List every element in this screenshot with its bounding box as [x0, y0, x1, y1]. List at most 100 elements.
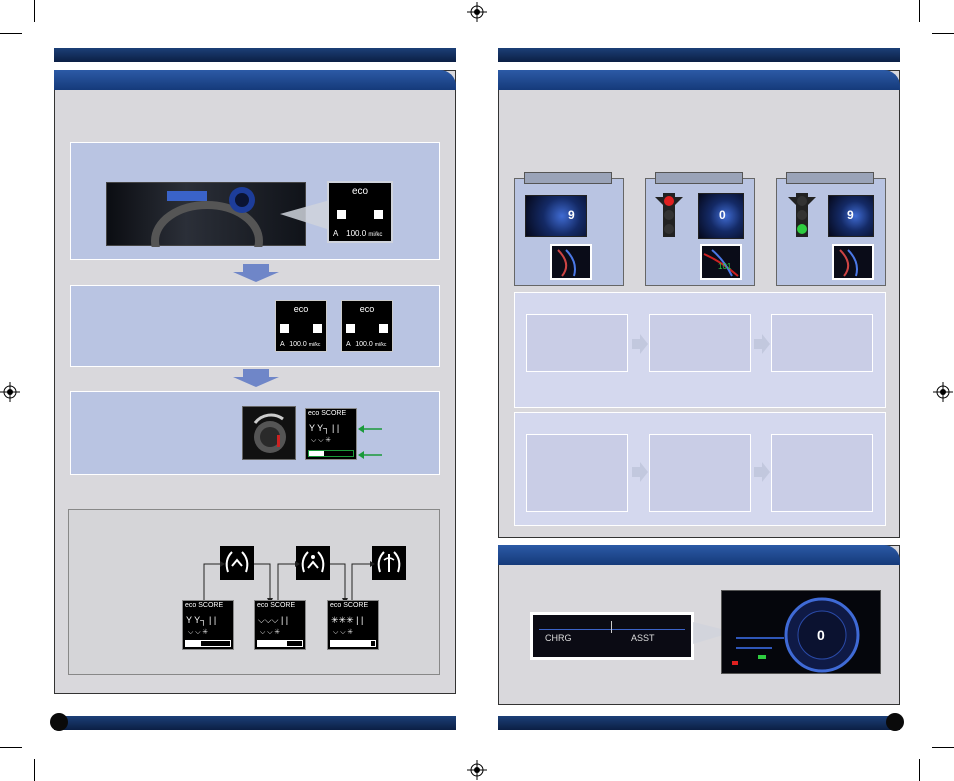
crop-mark-br-h — [932, 747, 954, 748]
zoom-pointer — [280, 200, 330, 230]
eco-score-bar — [330, 640, 376, 647]
charge-assist-line — [539, 629, 685, 630]
eco-score-label: eco SCORE — [185, 602, 224, 609]
eco-prefix: A — [333, 229, 338, 238]
eco-score-card: eco SCORE Y Y┐ | | ⌵ ⌵ ✳ — [182, 600, 234, 650]
eco-score-fill — [331, 641, 371, 646]
eco-bar-left — [280, 324, 289, 333]
right-section-header — [498, 70, 900, 90]
eco-score-label: eco SCORE — [308, 410, 347, 417]
left-top-bar — [54, 48, 456, 62]
gauge-readout: 9 — [847, 208, 854, 222]
gauge-screen-1: 9 — [525, 195, 587, 237]
eco-score-bar — [308, 450, 354, 457]
eco-prefix: A — [346, 341, 351, 348]
eco-value: 100.0 — [355, 341, 373, 348]
eco-label: eco — [293, 304, 309, 314]
gauge-screen-3: 9 — [828, 195, 874, 237]
gauge-zoom-1 — [550, 244, 592, 280]
green-readout: 101 — [718, 262, 732, 271]
eco-score-fill — [309, 451, 325, 456]
eco-value: 100.0 — [289, 341, 307, 348]
dashboard-photo — [106, 182, 306, 281]
score-arrow-row: ⌵ ⌵ ✳ — [188, 629, 208, 636]
eco-value-row: A 100.0 mi/kc — [346, 341, 388, 348]
crop-mark-tl-h — [0, 33, 22, 34]
score-leaf-row: ⌵⌵⌵ | | — [258, 615, 289, 625]
chrg-label: CHRG — [545, 633, 572, 643]
eco-bar-right — [379, 324, 388, 333]
eco-score-fill — [186, 641, 202, 646]
eco-bar-right — [313, 324, 322, 333]
arrow-left-green-1 — [358, 421, 382, 433]
flow-card — [771, 434, 873, 512]
arrow-left-green-2 — [358, 447, 382, 459]
score-arrow-row: ⌵ ⌵ ✳ — [333, 629, 353, 636]
score-arrow-row: ⌵ ⌵ ✳ — [311, 437, 331, 444]
arrow-right-icon — [632, 462, 648, 482]
eco-unit: mi/kc — [368, 232, 383, 238]
right-lower-header — [498, 545, 900, 565]
instrument-cluster-photo: 0 — [721, 590, 881, 674]
eco-display-1: eco A 100.0 mi/kc — [327, 181, 393, 243]
eco-bar-left — [346, 324, 355, 333]
charge-assist-center — [611, 621, 612, 633]
arrow-down-icon — [233, 369, 279, 387]
crop-mark-tr-h — [932, 33, 954, 34]
registration-mark-bottom — [467, 760, 487, 780]
gauge-panel-3-label — [786, 172, 874, 184]
eco-unit: mi/kc — [374, 342, 387, 348]
asst-label: ASST — [631, 633, 655, 643]
flow-card — [649, 434, 751, 512]
cluster-speed: 0 — [817, 627, 825, 643]
crop-mark-bl-v — [34, 759, 35, 781]
score-leaf-row: Y Y┐ | | — [309, 423, 340, 433]
page-number-dot-left — [50, 713, 68, 731]
registration-mark-right — [933, 382, 953, 402]
crop-mark-tr-v — [919, 0, 920, 22]
eco-display-2: eco A 100.0 mi/kc — [275, 300, 327, 352]
arrow-down-icon — [233, 264, 279, 282]
arrow-right-icon — [754, 334, 770, 354]
traffic-light-icon — [788, 193, 816, 237]
traffic-light-icon — [655, 193, 683, 237]
gauge-screen-2: 0 — [698, 193, 744, 239]
gauge-readout: 9 — [568, 208, 575, 222]
left-section-header — [54, 70, 456, 90]
charge-assist-zoom: CHRG ASST — [530, 612, 694, 660]
flow-card — [526, 434, 628, 512]
crop-mark-bl-h — [0, 747, 22, 748]
gauge-panel-2-label — [655, 172, 743, 184]
score-arrow-row: ⌵ ⌵ ✳ — [260, 629, 280, 636]
eco-display-3: eco A 100.0 mi/kc — [341, 300, 393, 352]
eco-value: 100.0 — [346, 229, 367, 238]
eco-value-row: A 100.0 mi/kc — [333, 229, 387, 238]
eco-score-label: eco SCORE — [257, 602, 296, 609]
crop-mark-tl-v — [34, 0, 35, 22]
right-top-bar — [498, 48, 900, 62]
eco-score-bar — [185, 640, 231, 647]
arrow-right-icon — [754, 462, 770, 482]
page-number-dot-right — [886, 713, 904, 731]
crop-mark-br-v — [919, 759, 920, 781]
eco-prefix: A — [280, 341, 285, 348]
flow-card — [649, 314, 751, 372]
flow-card — [771, 314, 873, 372]
eco-score-label: eco SCORE — [330, 602, 369, 609]
gauge-panel-1-label — [524, 172, 612, 184]
gauge-readout: 0 — [719, 208, 726, 222]
eco-score-bar — [257, 640, 303, 647]
eco-unit: mi/kc — [308, 342, 321, 348]
eco-label: eco — [359, 304, 375, 314]
flow-card — [526, 314, 628, 372]
score-leaf-row: Y Y┐ | | — [186, 615, 217, 625]
registration-mark-left — [0, 382, 20, 402]
eco-label: eco — [351, 186, 369, 197]
registration-mark-top — [467, 2, 487, 22]
ignition-knob-photo — [242, 406, 296, 460]
eco-bar-left — [337, 210, 346, 219]
eco-score-fill — [258, 641, 287, 646]
eco-value-row: A 100.0 mi/kc — [280, 341, 322, 348]
right-bottom-bar — [498, 716, 900, 730]
arrow-right-icon — [632, 334, 648, 354]
